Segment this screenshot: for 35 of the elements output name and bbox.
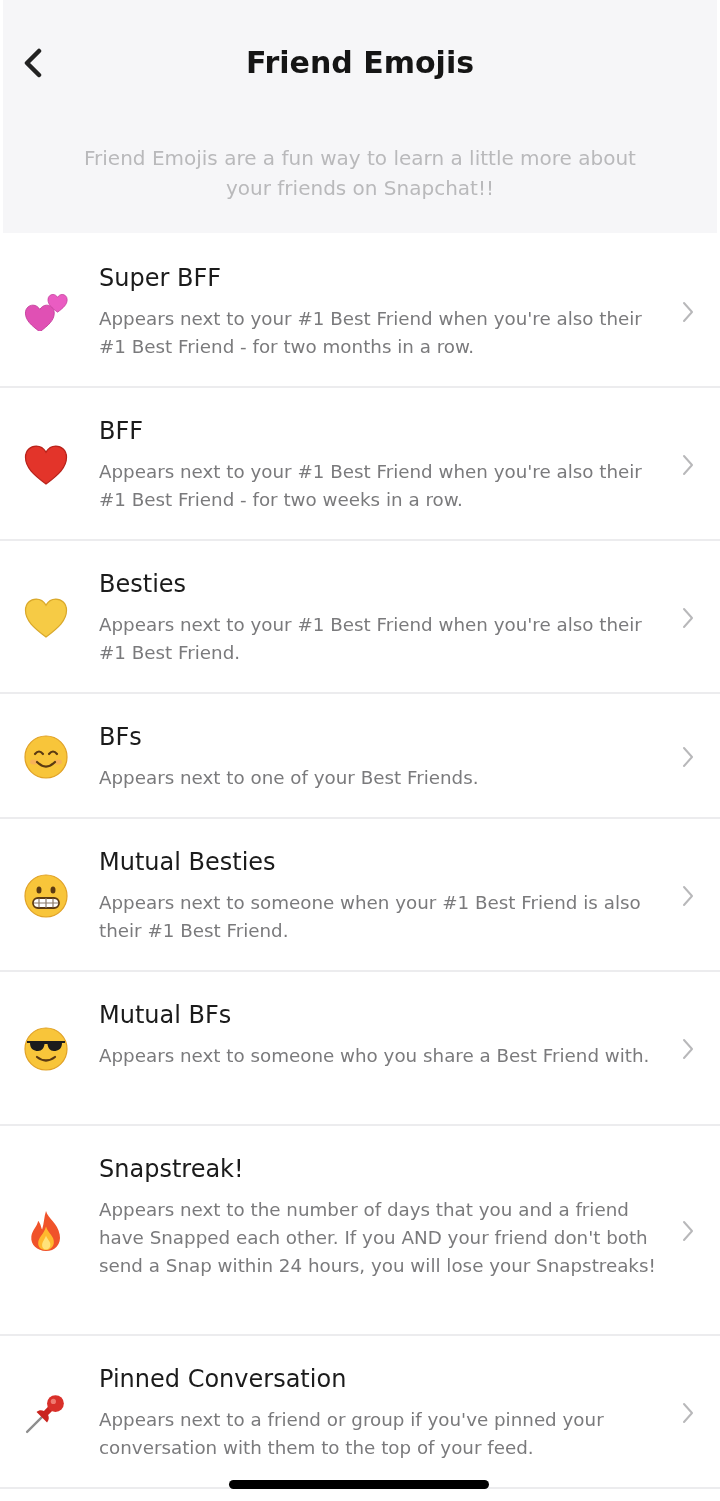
grimacing-face-icon: [24, 873, 68, 918]
item-description: Appears next to someone when your #1 Best Friend is also their #1 Best Friend.: [99, 891, 642, 943]
chevron-right-icon: [682, 300, 694, 323]
smiling-face-icon: [24, 734, 68, 779]
chevron-right-icon: [682, 884, 694, 907]
chevron-right-icon: [682, 1401, 694, 1424]
page-subtitle: Friend Emojis are a fun way to learn a little more about your friends on Snapchat!!: [83, 145, 637, 202]
heart-icon: [24, 597, 68, 638]
item-title: Mutual BFs: [99, 1000, 233, 1031]
chevron-right-icon: [682, 1038, 694, 1060]
item-title: Super BFF: [99, 263, 222, 294]
chevron-right-icon: [682, 606, 694, 629]
item-title: Besties: [99, 569, 188, 600]
chevron-right-icon: [682, 453, 694, 476]
item-description: Appears next to someone who you share a Best Friend with.: [99, 1044, 651, 1068]
item-description: Appears next to your #1 Best Friend when you're also their #1 Best Friend - for two weeks in a row.: [99, 460, 643, 512]
item-title: BFs: [99, 722, 143, 753]
sunglasses-face-icon: [24, 1027, 68, 1071]
item-title: Mutual Besties: [99, 847, 277, 878]
item-description: Appears next to the number of days that you and a friend have Snapped each other. If you AND your friend don't both send a Snap within 24 hours, you will lose your Snapstreaks!: [99, 1198, 657, 1278]
item-description: Appears next to your #1 Best Friend when you're also their #1 Best Friend - for two months in a row.: [99, 307, 643, 359]
item-title: BFF: [99, 416, 145, 447]
chevron-right-icon: [682, 745, 694, 768]
back-button[interactable]: [23, 48, 43, 78]
item-description: Appears next to your #1 Best Friend when you're also their #1 Best Friend.: [99, 613, 643, 665]
item-title: Snapstreak!: [99, 1154, 245, 1185]
fire-icon: [29, 1210, 63, 1252]
page-title: Friend Emojis: [245, 44, 475, 82]
chevron-left-icon: [23, 48, 43, 78]
two-hearts-icon: [24, 292, 68, 331]
heart-icon: [24, 444, 68, 485]
item-description: Appears next to one of your Best Friends.: [99, 766, 480, 790]
item-description: Appears next to a friend or group if you've pinned your conversation with them to the top of your feed.: [99, 1408, 605, 1460]
chevron-right-icon: [682, 1220, 694, 1242]
item-title: Pinned Conversation: [99, 1364, 348, 1395]
